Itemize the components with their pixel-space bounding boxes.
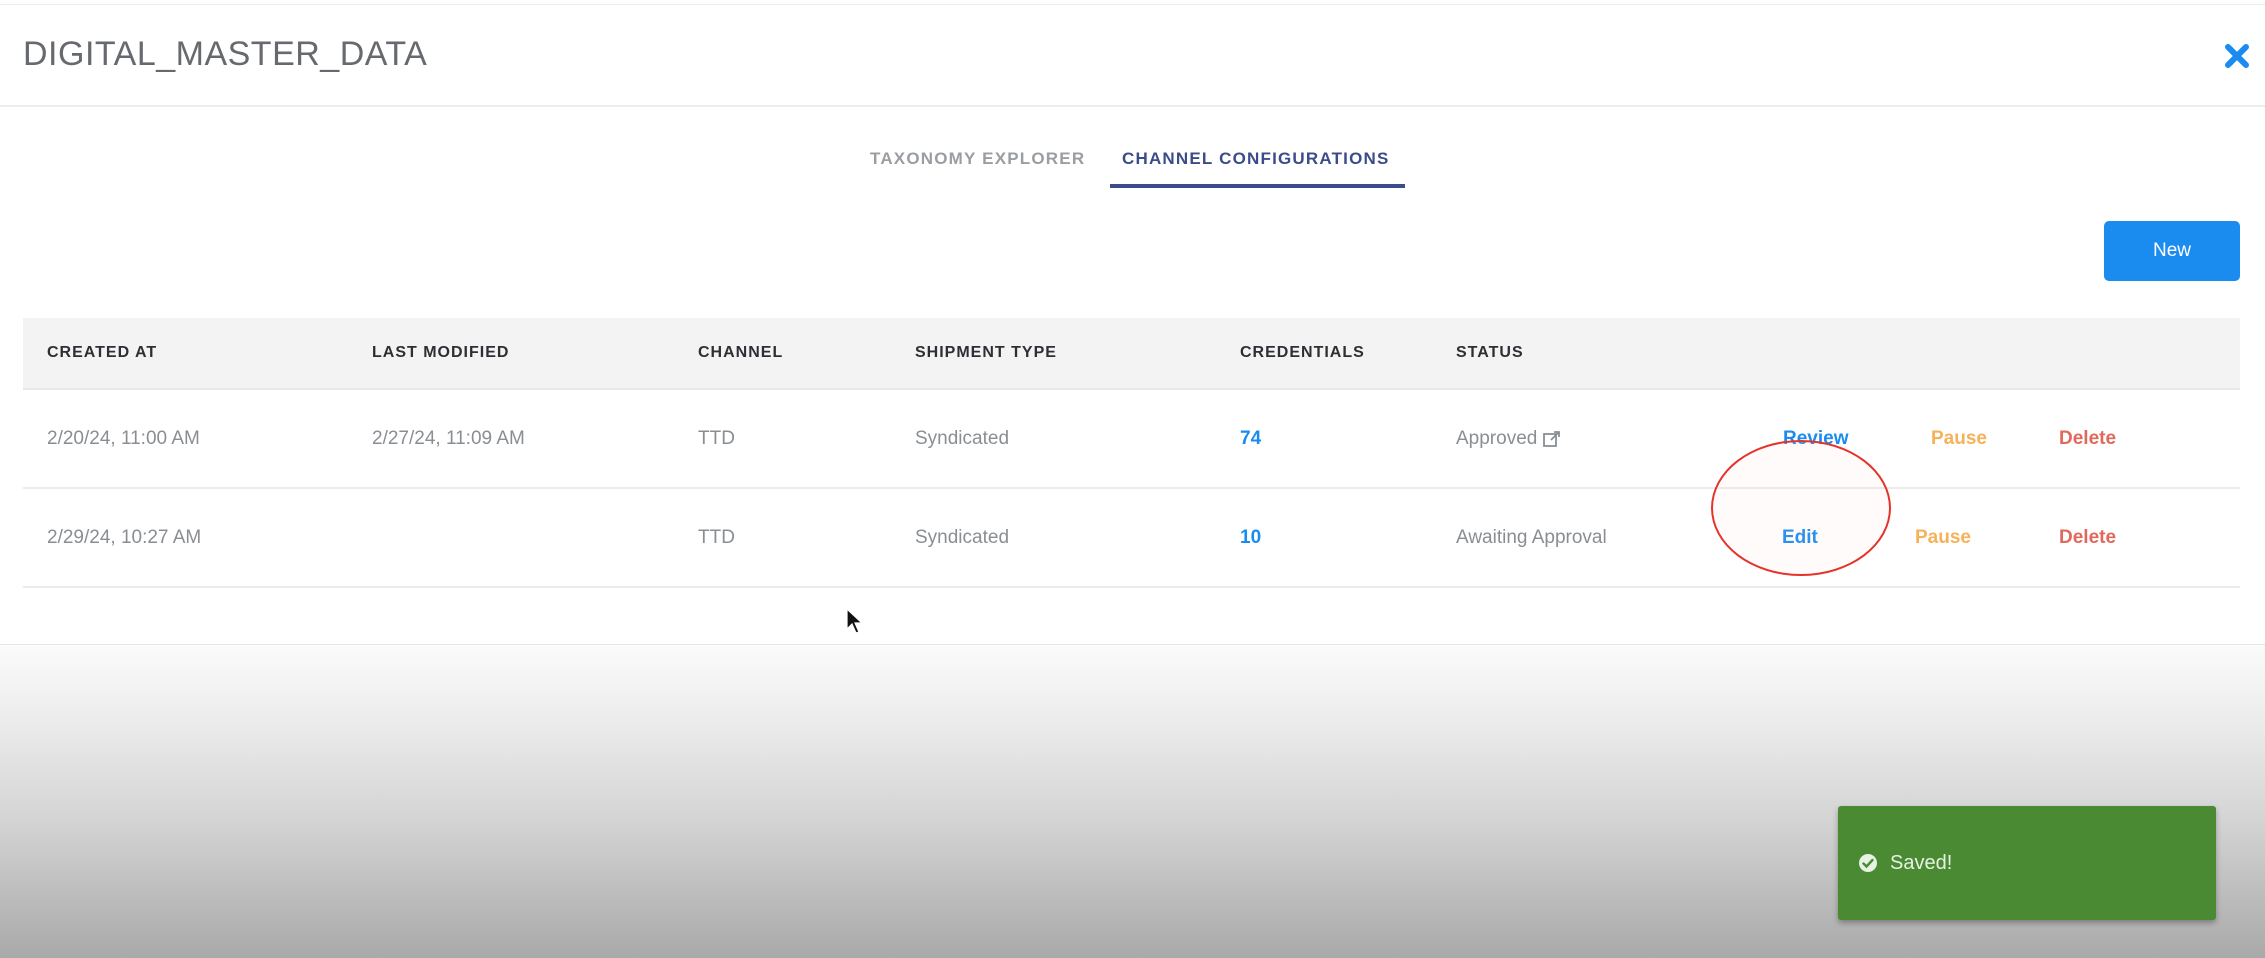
active-tab-indicator bbox=[1110, 184, 1405, 188]
status-text: Approved bbox=[1456, 427, 1538, 449]
column-header-shipment-type[interactable]: SHIPMENT TYPE bbox=[915, 318, 1057, 388]
cell-created-at: 2/20/24, 11:00 AM bbox=[47, 427, 200, 449]
column-header-last-modified[interactable]: LAST MODIFIED bbox=[372, 318, 509, 388]
delete-button[interactable]: Delete bbox=[2059, 527, 2116, 549]
cell-credentials: 10 bbox=[1240, 489, 1261, 586]
column-header-status[interactable]: STATUS bbox=[1456, 318, 1524, 388]
toast-notification: Saved! bbox=[1838, 806, 2216, 920]
cell-action-pause: Pause bbox=[1915, 489, 1971, 586]
check-circle-icon bbox=[1859, 854, 1877, 872]
close-icon bbox=[2225, 44, 2249, 68]
review-button[interactable]: Review bbox=[1783, 428, 1848, 450]
tab-bar: TAXONOMY EXPLORER CHANNEL CONFIGURATIONS bbox=[0, 135, 2265, 191]
close-button[interactable] bbox=[2217, 33, 2257, 79]
modal-header: DIGITAL_MASTER_DATA bbox=[0, 5, 2265, 107]
table-row: 2/20/24, 11:00 AM 2/27/24, 11:09 AM TTD … bbox=[23, 390, 2240, 489]
cell-action-edit: Edit bbox=[1782, 489, 1818, 586]
tab-channel-configurations[interactable]: CHANNEL CONFIGURATIONS bbox=[1122, 149, 1390, 169]
column-header-created-at[interactable]: CREATED AT bbox=[47, 318, 157, 388]
cell-action-delete: Delete bbox=[2059, 489, 2116, 586]
table-header: CREATED AT LAST MODIFIED CHANNEL SHIPMEN… bbox=[23, 318, 2240, 390]
pause-button[interactable]: Pause bbox=[1931, 428, 1987, 450]
channel-config-table: CREATED AT LAST MODIFIED CHANNEL SHIPMEN… bbox=[23, 318, 2240, 588]
mouse-cursor-icon bbox=[846, 608, 864, 634]
column-header-credentials[interactable]: CREDENTIALS bbox=[1240, 318, 1365, 388]
tab-taxonomy-explorer[interactable]: TAXONOMY EXPLORER bbox=[870, 149, 1085, 169]
cell-credentials: 74 bbox=[1240, 390, 1261, 487]
cell-created-at: 2/29/24, 10:27 AM bbox=[47, 526, 202, 548]
pause-button[interactable]: Pause bbox=[1915, 527, 1971, 549]
column-header-channel[interactable]: CHANNEL bbox=[698, 318, 783, 388]
cell-action-delete: Delete bbox=[2059, 390, 2116, 487]
cell-last-modified: 2/27/24, 11:09 AM bbox=[372, 427, 525, 449]
modal-dialog: DIGITAL_MASTER_DATA TAXONOMY EXPLORER CH… bbox=[0, 4, 2265, 645]
cell-channel: TTD bbox=[698, 526, 735, 548]
delete-button[interactable]: Delete bbox=[2059, 428, 2116, 450]
edit-button[interactable]: Edit bbox=[1782, 527, 1818, 549]
modal-title: DIGITAL_MASTER_DATA bbox=[23, 35, 428, 73]
status-text: Awaiting Approval bbox=[1456, 526, 1607, 548]
cell-status: Approved bbox=[1456, 390, 1562, 487]
credentials-link[interactable]: 10 bbox=[1240, 527, 1261, 549]
cell-action-pause: Pause bbox=[1931, 390, 1987, 487]
toast-message: Saved! bbox=[1890, 851, 1953, 874]
cell-action-review: Review bbox=[1783, 390, 1848, 487]
external-link-icon[interactable] bbox=[1542, 429, 1562, 449]
credentials-link[interactable]: 74 bbox=[1240, 428, 1261, 450]
cell-channel: TTD bbox=[698, 427, 735, 449]
table-row: 2/29/24, 10:27 AM TTD Syndicated 10 Awai… bbox=[23, 489, 2240, 588]
cell-shipment-type: Syndicated bbox=[915, 526, 1010, 548]
new-button[interactable]: New bbox=[2104, 221, 2240, 281]
cell-status: Awaiting Approval bbox=[1456, 489, 1607, 586]
cell-shipment-type: Syndicated bbox=[915, 427, 1010, 449]
